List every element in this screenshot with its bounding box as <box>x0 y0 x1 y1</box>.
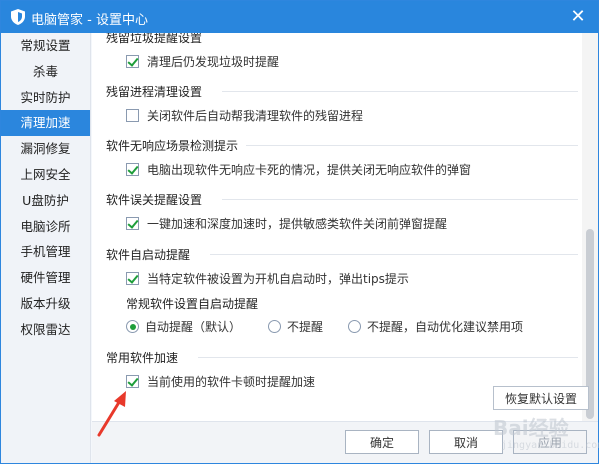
radio-auto-remind[interactable]: 自动提醒（默认） <box>126 318 241 335</box>
close-icon[interactable]: ✕ <box>566 5 590 29</box>
settings-window: 电脑管家 - 设置中心 ✕ 常规设置 杀毒 实时防护 清理加速 漏洞修复 上网安… <box>0 0 599 464</box>
checkbox-checked-icon[interactable] <box>126 375 139 388</box>
annotation-arrow-icon <box>97 391 126 437</box>
section-title-residual-process: 残留进程清理设置 <box>106 85 203 99</box>
section-title-autostart: 软件自启动提醒 <box>106 248 191 262</box>
sidebar-item-realtime-protection[interactable]: 实时防护 <box>1 85 90 111</box>
section-divider <box>246 145 578 146</box>
window-title: 电脑管家 - 设置中心 <box>31 13 148 28</box>
option-autostart-tips[interactable]: 当特定软件被设置为开机自启动时，弹出tips提示 <box>126 270 409 287</box>
apply-button[interactable]: 应用 <box>513 430 587 454</box>
radio-unchecked-icon[interactable] <box>348 320 361 333</box>
settings-sidebar: 常规设置 杀毒 实时防护 清理加速 漏洞修复 上网安全 U盘防护 电脑诊所 手机… <box>1 33 91 463</box>
radio-no-remind[interactable]: 不提醒 <box>268 318 323 335</box>
sidebar-item-antivirus[interactable]: 杀毒 <box>1 59 90 85</box>
checkbox-unchecked-icon[interactable] <box>126 109 139 122</box>
shield-icon <box>11 9 25 25</box>
cancel-button[interactable]: 取消 <box>429 430 503 454</box>
sidebar-item-phone-management[interactable]: 手机管理 <box>1 239 90 265</box>
option-label: 电脑出现软件无响应卡死的情况，提供关闭无响应软件的弹窗 <box>147 163 472 177</box>
sidebar-item-pc-clinic[interactable]: 电脑诊所 <box>1 214 90 240</box>
option-common-accel[interactable]: 当前使用的软件卡顿时提醒加速 <box>126 373 315 390</box>
sidebar-item-permission-radar[interactable]: 权限雷达 <box>1 317 90 343</box>
checkbox-checked-icon[interactable] <box>126 55 139 68</box>
section-title-no-response: 软件无响应场景检测提示 <box>106 139 239 153</box>
ok-button[interactable]: 确定 <box>345 430 419 454</box>
radio-label: 不提醒，自动优化建议禁用项 <box>367 320 524 334</box>
sidebar-item-general[interactable]: 常规设置 <box>1 33 90 59</box>
sidebar-item-web-security[interactable]: 上网安全 <box>1 162 90 188</box>
checkbox-checked-icon[interactable] <box>126 163 139 176</box>
section-title-residual-garbage: 残留垃圾提醒设置 <box>106 33 203 45</box>
section-title-common-accel: 常用软件加速 <box>106 351 179 365</box>
radio-unchecked-icon[interactable] <box>268 320 281 333</box>
settings-content: 残留垃圾提醒设置 清理后仍发现垃圾时提醒 残留进程清理设置 关闭软件后自动帮我清… <box>92 33 598 423</box>
radio-no-remind-optimize[interactable]: 不提醒，自动优化建议禁用项 <box>348 318 523 335</box>
option-label: 清理后仍发现垃圾时提醒 <box>147 55 280 69</box>
radio-checked-icon[interactable] <box>126 320 139 333</box>
title-bar[interactable]: 电脑管家 - 设置中心 ✕ <box>1 1 598 33</box>
option-residual-garbage[interactable]: 清理后仍发现垃圾时提醒 <box>126 53 279 70</box>
option-label: 一键加速和深度加速时，提供敏感类软件关闭前弹窗提醒 <box>147 217 448 231</box>
option-no-response[interactable]: 电脑出现软件无响应卡死的情况，提供关闭无响应软件的弹窗 <box>126 161 471 178</box>
restore-defaults-button[interactable]: 恢复默认设置 <box>493 386 589 410</box>
radio-label: 不提醒 <box>287 320 324 334</box>
subsection-title-autostart-reminder: 常规软件设置自启动提醒 <box>126 297 259 311</box>
section-divider <box>198 357 578 358</box>
sidebar-item-vulnerability-fix[interactable]: 漏洞修复 <box>1 136 90 162</box>
section-divider <box>222 199 578 200</box>
option-false-close[interactable]: 一键加速和深度加速时，提供敏感类软件关闭前弹窗提醒 <box>126 215 447 232</box>
sidebar-item-hardware-management[interactable]: 硬件管理 <box>1 265 90 291</box>
vertical-scrollbar[interactable] <box>582 33 598 423</box>
section-divider <box>222 91 578 92</box>
sidebar-item-usb-protection[interactable]: U盘防护 <box>1 188 90 214</box>
radio-label: 自动提醒（默认） <box>145 320 242 334</box>
option-label: 当特定软件被设置为开机自启动时，弹出tips提示 <box>147 272 409 286</box>
checkbox-checked-icon[interactable] <box>126 272 139 285</box>
option-label: 关闭软件后自动帮我清理软件的残留进程 <box>147 109 364 123</box>
checkbox-checked-icon[interactable] <box>126 217 139 230</box>
option-label: 当前使用的软件卡顿时提醒加速 <box>147 375 316 389</box>
section-divider <box>210 254 578 255</box>
sidebar-item-cleanup-speedup[interactable]: 清理加速 <box>1 110 90 137</box>
option-residual-process[interactable]: 关闭软件后自动帮我清理软件的残留进程 <box>126 107 363 124</box>
section-title-false-close: 软件误关提醒设置 <box>106 193 203 207</box>
sidebar-item-version-upgrade[interactable]: 版本升级 <box>1 291 90 317</box>
